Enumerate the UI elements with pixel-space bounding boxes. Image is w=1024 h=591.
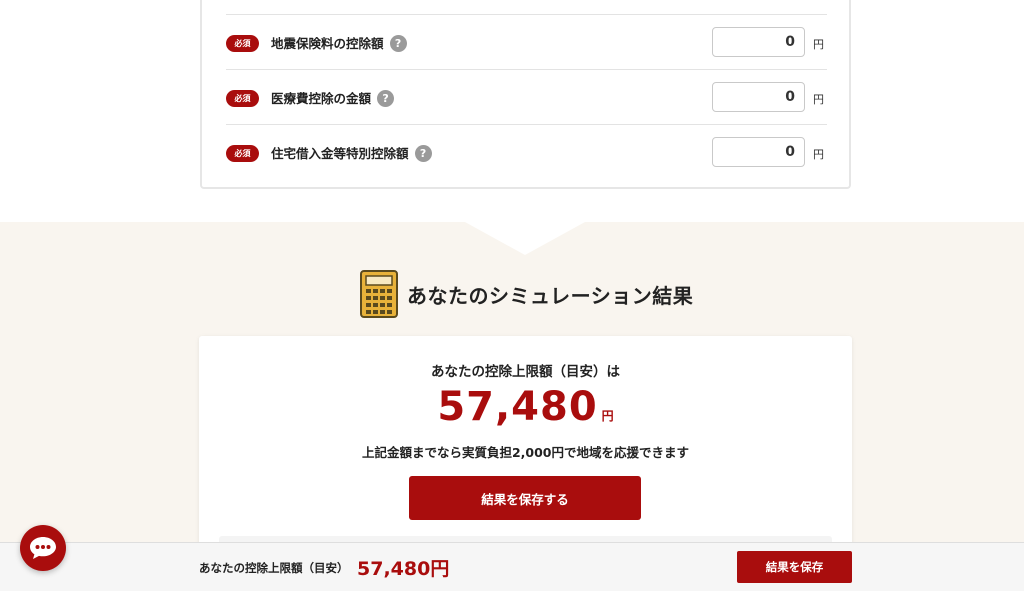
required-badge: 必須	[226, 145, 259, 162]
unit-label: 円	[813, 148, 824, 161]
sticky-bar-amount: 57,480円	[357, 558, 450, 580]
help-icon[interactable]: ?	[389, 34, 407, 52]
sticky-bar-label: あなたの控除上限額（目安）	[199, 561, 349, 575]
section-arrow-notch	[465, 222, 585, 255]
row-label: 住宅借入金等特別控除額?	[271, 143, 432, 162]
earthquake-insurance-input[interactable]	[712, 27, 805, 57]
form-row-earthquake-insurance: 必須 地震保険料の控除額? 円	[226, 14, 827, 69]
amount-value: 57,480	[437, 384, 598, 430]
row-label-text: 住宅借入金等特別控除額	[271, 146, 409, 161]
row-label: 地震保険料の控除額?	[271, 33, 407, 52]
unit-label: 円	[813, 93, 824, 106]
burden-note: 上記金額までなら実質負担2,000円で地域を応援できます	[361, 445, 690, 460]
row-label-text: 地震保険料の控除額	[271, 36, 384, 51]
result-card: あなたの控除上限額（目安）は 57,480 円 上記金額までなら実質負担2,000…	[199, 336, 852, 556]
required-badge: 必須	[226, 90, 259, 107]
row-label-text: 医療費控除の金額	[271, 91, 372, 106]
sticky-save-button[interactable]: 結果を保存	[737, 551, 852, 583]
save-result-button[interactable]: 結果を保存する	[409, 476, 641, 520]
sticky-result-bar: あなたの控除上限額（目安） 57,480円 結果を保存	[0, 542, 1024, 591]
row-label: 医療費控除の金額?	[271, 88, 395, 107]
help-icon[interactable]: ?	[414, 144, 432, 162]
calculator-icon	[360, 270, 398, 318]
help-icon[interactable]: ?	[377, 89, 395, 107]
required-badge: 必須	[226, 35, 259, 52]
medical-expense-input[interactable]	[712, 82, 805, 112]
result-heading: あなたのシミュレーション結果	[407, 284, 694, 308]
chat-bubble-icon	[30, 537, 56, 559]
form-row-medical-expense: 必須 医療費控除の金額? 円	[226, 69, 827, 124]
amount-unit: 円	[601, 409, 614, 423]
unit-label: 円	[813, 38, 824, 51]
deduction-limit-amount: 57,480 円	[199, 384, 852, 430]
form-row-housing-loan: 必須 住宅借入金等特別控除額? 円	[226, 124, 827, 179]
chat-button[interactable]	[20, 525, 66, 571]
deduction-form-card: 必須 地震保険料の控除額? 円 必須 医療費控除の金額? 円 必須 住宅借入金等…	[200, 0, 851, 189]
deduction-limit-subheading: あなたの控除上限額（目安）は	[431, 364, 620, 380]
housing-loan-input[interactable]	[712, 137, 805, 167]
